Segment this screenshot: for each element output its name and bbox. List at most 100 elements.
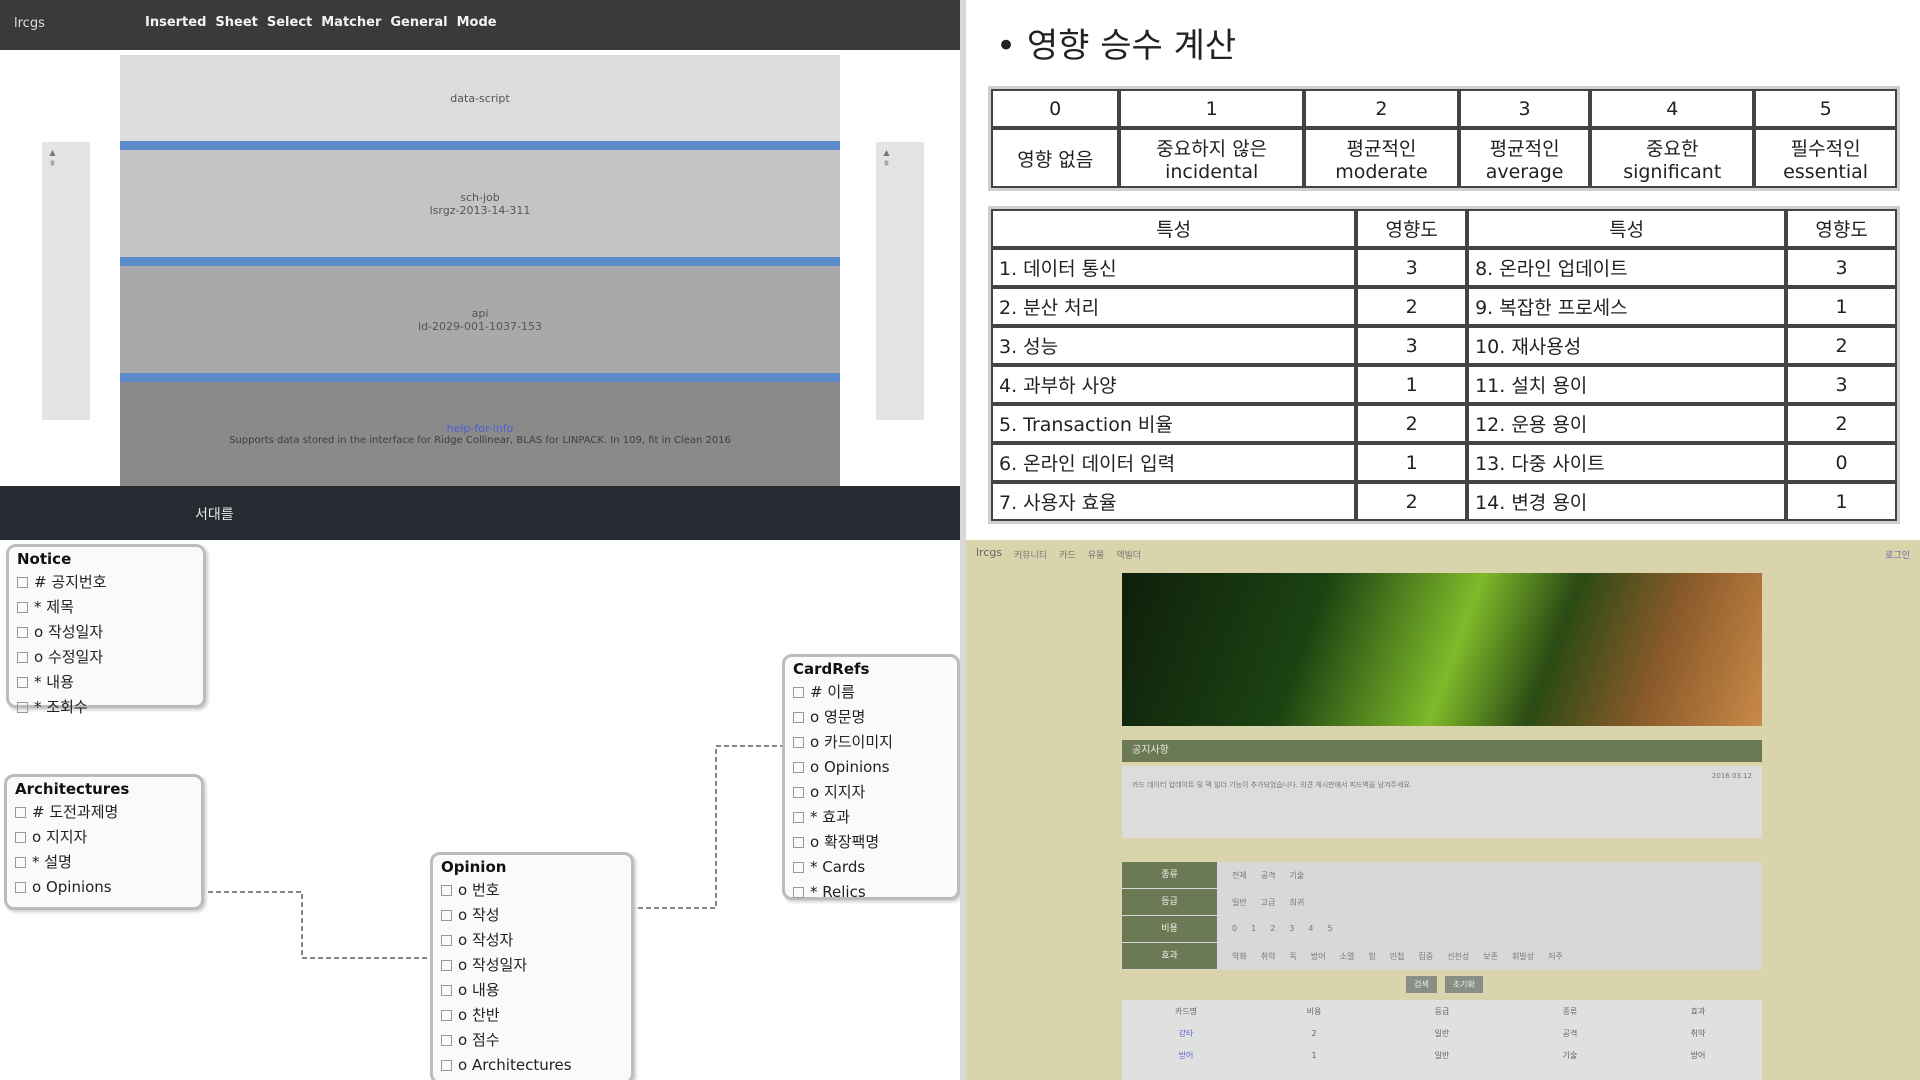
table-cell: 6. 온라인 데이터 입력	[991, 443, 1357, 482]
filter-option[interactable]: 휘발성	[1512, 951, 1534, 962]
site-nav-item[interactable]: 덱빌더	[1116, 548, 1141, 561]
login-link[interactable]: 로그인	[1885, 548, 1910, 561]
filter-option[interactable]: 취약	[1261, 951, 1276, 962]
filter-option[interactable]: 3	[1289, 924, 1294, 933]
filter-option[interactable]: 전체	[1232, 870, 1247, 881]
nav-item[interactable]: Matcher	[321, 15, 381, 30]
field-label: * 제목	[34, 598, 74, 616]
bottombar-label[interactable]: 서대를	[195, 504, 234, 524]
table-header-cell[interactable]: 효과	[1634, 1006, 1762, 1017]
field-label: * 설명	[32, 853, 72, 871]
site-brand[interactable]: lrcgs	[976, 546, 1002, 559]
entity-opinion[interactable]: Opinion o 번호 o 작성 o 작성자 o 작성일자 o 내용 o 찬반…	[430, 852, 634, 1080]
filter-option[interactable]: 저주	[1548, 951, 1563, 962]
table-row: 1. 데이터 통신 3 8. 온라인 업데이트 3	[991, 248, 1897, 287]
search-button[interactable]: 검색	[1406, 976, 1437, 993]
filter-option[interactable]: 보존	[1483, 951, 1498, 962]
table-cell: 13. 다중 사이트	[1467, 443, 1787, 482]
filter-option[interactable]: 기술	[1289, 870, 1304, 881]
layer-link[interactable]: help-for-info	[447, 422, 514, 435]
filter-option[interactable]: 집중	[1418, 951, 1433, 962]
app-brand[interactable]: lrcgs	[14, 16, 45, 31]
entity-name: Architectures	[15, 780, 130, 798]
nav-item[interactable]: Select	[267, 15, 312, 30]
scale-korean: 평균적인	[1346, 137, 1417, 160]
card-name-link[interactable]: 방어	[1122, 1050, 1250, 1061]
nav-item[interactable]: Inserted	[145, 15, 206, 30]
table-cell: 7. 사용자 효율	[991, 482, 1357, 521]
layer-panel-2[interactable]: sch-job lsrgz-2013-14-311	[120, 150, 840, 257]
layer-panel-3[interactable]: api id-2029-001-1037-153	[120, 266, 840, 373]
nav-item[interactable]: General	[390, 15, 447, 30]
entity-field: o 내용	[441, 978, 623, 1003]
field-icon	[441, 885, 452, 896]
table-header-cell[interactable]: 종류	[1506, 1006, 1634, 1017]
table-header-cell[interactable]: 비용	[1250, 1006, 1378, 1017]
table-row[interactable]: 강타 2 일반 공격 취약	[1122, 1022, 1762, 1044]
scale-english: significant	[1623, 160, 1722, 183]
layer-title: data-script	[450, 91, 510, 105]
table-row[interactable]: 방어 1 일반 기술 방어	[1122, 1044, 1762, 1066]
layer-separator[interactable]	[120, 141, 840, 150]
field-icon	[441, 1010, 452, 1021]
table-header-cell[interactable]: 카드명	[1122, 1006, 1250, 1017]
reset-button[interactable]: 초기화	[1444, 976, 1483, 993]
layer-subtitle: id-2029-001-1037-153	[418, 319, 542, 333]
filter-option[interactable]: 고급	[1261, 897, 1276, 908]
news-body: 2016.03.12 카드 데이터 업데이트 및 덱 빌더 기능이 추가되었습니…	[1122, 766, 1762, 838]
card-name-link[interactable]: 강타	[1122, 1028, 1250, 1039]
filter-option[interactable]: 힘	[1368, 951, 1375, 962]
entity-notice[interactable]: Notice # 공지번호 * 제목 o 작성일자 o 수정일자 * 내용 * …	[6, 544, 206, 716]
app-topbar: lrcgs Inserted Sheet Select Matcher Gene…	[0, 0, 960, 50]
layer-panel-4[interactable]: help-for-info Supports data stored in th…	[120, 382, 840, 486]
nav-item[interactable]: Sheet	[215, 15, 257, 30]
entity-field: o 카드이미지	[793, 730, 949, 755]
table-cell: 3	[1786, 248, 1897, 287]
filter-option[interactable]: 0	[1232, 924, 1237, 933]
filter-option[interactable]: 약화	[1232, 951, 1247, 962]
scale-english: average	[1485, 160, 1564, 183]
table-cell: 2. 분산 처리	[991, 287, 1357, 326]
entity-architectures[interactable]: Architectures # 도전과제명 o 지지자 * 설명 o Opini…	[4, 774, 204, 910]
filter-option[interactable]: 소멸	[1340, 951, 1355, 962]
page-title: • 영향 승수 계산	[996, 26, 1237, 66]
factors-table: 특성 영향도 특성 영향도 1. 데이터 통신 3 8. 온라인 업데이트 3 2. …	[988, 206, 1900, 524]
relationship-line[interactable]	[630, 745, 782, 909]
filter-option[interactable]: 독	[1289, 951, 1296, 962]
layer-separator[interactable]	[120, 373, 840, 382]
filter-option[interactable]: 방어	[1311, 951, 1326, 962]
site-nav-item[interactable]: 커뮤니티	[1014, 548, 1047, 561]
filter-option[interactable]: 선천성	[1447, 951, 1469, 962]
filter-option[interactable]: 희귀	[1289, 897, 1304, 908]
field-label: o 번호	[458, 881, 500, 899]
field-label: o Architectures	[458, 1056, 572, 1074]
field-icon	[441, 1035, 452, 1046]
filter-option[interactable]: 5	[1327, 924, 1332, 933]
left-side-panel[interactable]: ▲ ≡	[42, 142, 90, 420]
layer-subtitle: Supports data stored in the interface fo…	[229, 435, 731, 446]
document-panel: • 영향 승수 계산 0 1 2 3 4 5 영향 없음 중요하지 않은 inci…	[960, 0, 1920, 540]
filter-row: 효과 약화 취약 독 방어 소멸 힘 민첩 집중 선천성 보존 휘발성 저주	[1122, 943, 1762, 970]
entity-field: # 이름	[793, 680, 949, 705]
filter-option[interactable]: 민첩	[1390, 951, 1405, 962]
filter-option[interactable]: 공격	[1261, 870, 1276, 881]
entity-cardrefs[interactable]: CardRefs # 이름 o 영문명 o 카드이미지 o Opinions o…	[782, 654, 960, 901]
field-icon	[793, 862, 804, 873]
filter-row: 종류 전체 공격 기술	[1122, 862, 1762, 889]
field-label: # 이름	[810, 683, 855, 701]
site-nav-item[interactable]: 카드	[1059, 548, 1076, 561]
relationship-line[interactable]	[200, 891, 430, 959]
entity-field: o 작성일자	[17, 620, 195, 645]
filter-option[interactable]: 일반	[1232, 897, 1247, 908]
entity-field: o 영문명	[793, 705, 949, 730]
entity-field: o Opinions	[15, 875, 193, 900]
layer-separator[interactable]	[120, 257, 840, 266]
table-header-cell[interactable]: 등급	[1378, 1006, 1506, 1017]
site-nav-item[interactable]: 유물	[1088, 548, 1105, 561]
filter-option[interactable]: 4	[1308, 924, 1313, 933]
filter-option[interactable]: 1	[1251, 924, 1256, 933]
filter-option[interactable]: 2	[1270, 924, 1275, 933]
right-side-panel[interactable]: ▲ ≡	[876, 142, 924, 420]
layer-panel-1[interactable]: data-script	[120, 55, 840, 141]
nav-item[interactable]: Mode	[457, 15, 497, 30]
